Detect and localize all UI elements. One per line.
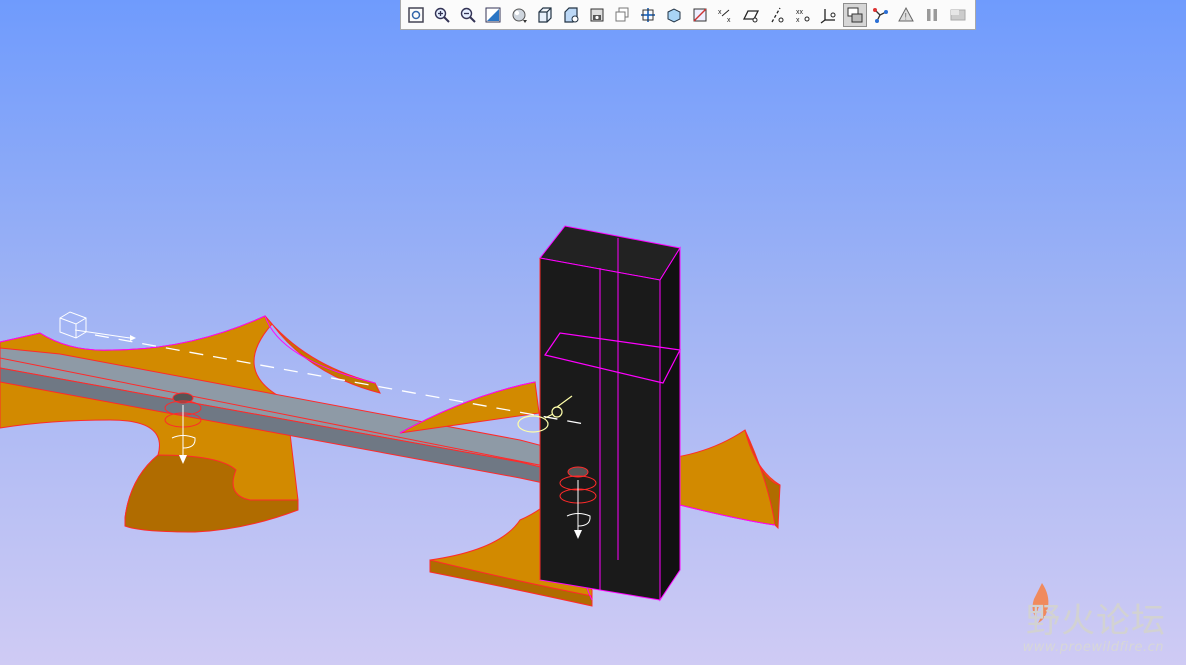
annotation-display-icon (693, 8, 707, 21)
view-manager-button[interactable] (559, 3, 583, 27)
saved-views-button[interactable] (533, 3, 557, 27)
spin-center-icon (641, 7, 656, 22)
warning-icon: ! (898, 6, 914, 21)
forum-watermark: 野火论坛 www.proewildfire.cn (972, 579, 1172, 659)
repaint-button[interactable] (481, 3, 505, 27)
display-mode-icon (847, 7, 863, 22)
refit-icon (408, 6, 424, 23)
pause-icon (926, 8, 937, 21)
watermark-title: 野火论坛 (1026, 601, 1166, 641)
repaint-icon (485, 7, 501, 22)
perspective-icon (667, 7, 681, 23)
layers-icon (615, 7, 629, 21)
zoom-in-icon (434, 7, 450, 23)
datum-planes-button[interactable] (739, 3, 763, 27)
point-tags-icon: xxx (796, 9, 810, 24)
svg-text:x: x (796, 17, 800, 24)
watermark-url: www.proewildfire.cn (1022, 640, 1164, 655)
spin-center-button[interactable] (636, 3, 660, 27)
coordinate-systems-button[interactable] (817, 3, 841, 27)
disabled-tool-button[interactable] (946, 3, 970, 27)
svg-text:xx: xx (796, 9, 804, 16)
black-block[interactable] (539, 225, 681, 602)
display-style-icon (590, 8, 604, 21)
orient-button[interactable] (507, 3, 531, 27)
left-plate-edge (264, 315, 376, 384)
view-toolbar: xx xx x ! (400, 0, 976, 30)
view-manager-icon (564, 6, 579, 23)
refit-button[interactable] (404, 3, 428, 27)
zoom-out-icon (460, 7, 476, 23)
connections-icon (873, 7, 889, 23)
pause-button[interactable] (920, 3, 944, 27)
coordinate-systems-icon (820, 8, 836, 24)
connections-button[interactable] (868, 3, 892, 27)
datum-axes-button[interactable] (765, 3, 789, 27)
datum-points-icon: xx (718, 9, 731, 24)
model-scene[interactable] (0, 0, 1186, 665)
svg-text:!: ! (905, 11, 908, 21)
svg-text:x: x (718, 9, 722, 16)
perspective-button[interactable] (662, 3, 686, 27)
zoom-in-button[interactable] (430, 3, 454, 27)
warning-button[interactable]: ! (894, 3, 918, 27)
display-style-button[interactable] (585, 3, 609, 27)
display-mode-button[interactable] (842, 2, 867, 27)
graphics-viewport[interactable] (0, 0, 1186, 665)
layers-button[interactable] (610, 3, 634, 27)
saved-views-icon (538, 6, 552, 23)
point-tags-button[interactable]: xx x (791, 3, 815, 27)
datum-points-button[interactable]: xx (714, 3, 738, 27)
zoom-out-button[interactable] (456, 3, 480, 27)
datum-planes-icon (743, 9, 760, 22)
orient-icon (512, 8, 528, 23)
datum-axes-icon (771, 7, 784, 22)
disabled-tool-icon (950, 9, 966, 20)
annotation-display-button[interactable] (688, 3, 712, 27)
svg-text:x: x (727, 17, 731, 24)
